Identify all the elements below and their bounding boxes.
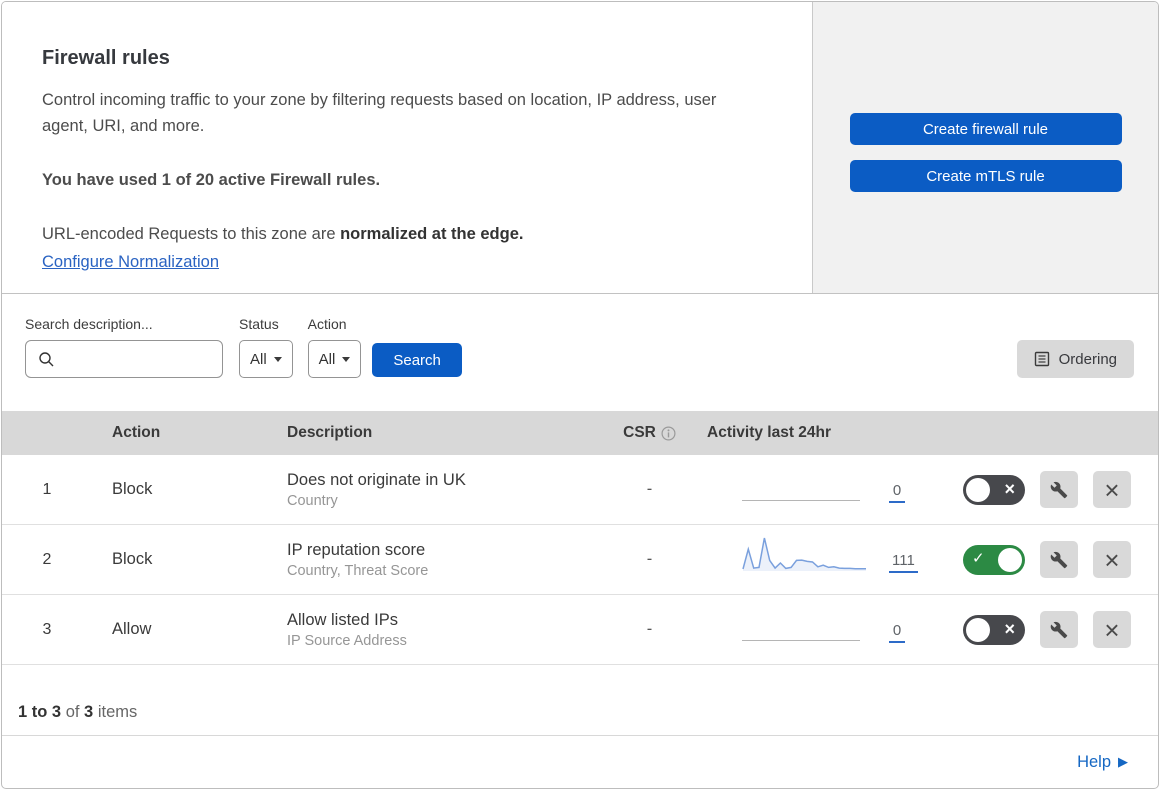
- actions-panel: Create firewall rule Create mTLS rule: [813, 2, 1158, 293]
- rule-controls: ✓ × ×: [952, 611, 1158, 648]
- rule-description: Does not originate in UK: [287, 470, 466, 489]
- x-icon: ×: [1004, 478, 1015, 499]
- page-title: Firewall rules: [42, 47, 170, 69]
- delete-rule-button[interactable]: ×: [1093, 541, 1131, 578]
- column-header-description: Description: [287, 424, 373, 441]
- edit-rule-button[interactable]: [1040, 541, 1078, 578]
- rule-activity-cell: 0: [707, 603, 952, 656]
- column-header-action: Action: [112, 424, 161, 441]
- create-firewall-rule-button[interactable]: Create firewall rule: [849, 113, 1122, 145]
- filter-bar: Search description... Status All Action …: [2, 294, 1158, 411]
- header-section: Firewall rules Control incoming traffic …: [2, 2, 1158, 294]
- rule-priority: 3: [42, 620, 52, 638]
- firewall-rules-card: Firewall rules Control incoming traffic …: [1, 1, 1159, 789]
- action-label: Action: [307, 316, 347, 332]
- table-row: 3 Allow Allow listed IPs IP Source Addre…: [2, 595, 1158, 665]
- chevron-down-icon: [342, 356, 351, 362]
- check-icon: ✓: [972, 549, 985, 567]
- help-link[interactable]: Help ▶: [1077, 753, 1128, 772]
- rule-action: Allow: [112, 620, 152, 638]
- rule-description-cell: IP reputation score Country, Threat Scor…: [267, 541, 592, 579]
- status-filter-group: Status All: [239, 316, 293, 378]
- close-icon: ×: [1104, 614, 1120, 645]
- search-button[interactable]: Search: [372, 343, 462, 377]
- wrench-icon: [1050, 551, 1068, 569]
- status-label: Status: [239, 316, 279, 332]
- status-select[interactable]: All: [239, 340, 293, 378]
- rule-controls: ✓ × ×: [952, 541, 1158, 578]
- create-mtls-rule-button[interactable]: Create mTLS rule: [849, 160, 1122, 192]
- rule-enabled-toggle[interactable]: ✓ ×: [963, 544, 1025, 575]
- close-icon: ×: [1104, 544, 1120, 575]
- column-header-activity: Activity last 24hr: [707, 424, 832, 441]
- wrench-icon: [1050, 481, 1068, 499]
- rule-csr: -: [646, 480, 653, 498]
- rule-activity-cell: 0: [707, 463, 952, 516]
- rule-description: Allow listed IPs: [287, 610, 398, 629]
- activity-count-link[interactable]: 0: [889, 622, 905, 643]
- rule-fields: Country, Threat Score: [287, 562, 429, 579]
- help-bar: Help ▶: [2, 736, 1158, 788]
- toggle-knob: [998, 547, 1022, 572]
- x-icon: ×: [1004, 618, 1015, 639]
- chevron-down-icon: [273, 356, 282, 362]
- table-row: 1 Block Does not originate in UK Country…: [2, 455, 1158, 525]
- rule-description: IP reputation score: [287, 540, 426, 559]
- rule-activity-cell: 111: [707, 533, 952, 586]
- activity-count-link[interactable]: 111: [889, 552, 918, 573]
- rule-enabled-toggle[interactable]: ✓ ×: [963, 474, 1025, 505]
- edit-rule-button[interactable]: [1040, 471, 1078, 508]
- rule-action: Block: [112, 480, 153, 498]
- rule-fields: IP Source Address: [287, 632, 407, 649]
- rules-table: Action Description CSR Activity last 24h…: [2, 411, 1158, 665]
- rule-csr: -: [646, 620, 653, 638]
- rule-description-cell: Does not originate in UK Country: [267, 471, 592, 509]
- ordering-icon: [1034, 351, 1050, 367]
- close-icon: ×: [1104, 474, 1120, 505]
- search-input[interactable]: [25, 340, 223, 378]
- usage-statement: You have used 1 of 20 active Firewall ru…: [42, 171, 381, 190]
- pagination-summary: 1 to 3 of 3 items: [2, 665, 1158, 736]
- rule-priority: 2: [42, 550, 52, 568]
- delete-rule-button[interactable]: ×: [1093, 611, 1131, 648]
- delete-rule-button[interactable]: ×: [1093, 471, 1131, 508]
- toggle-knob: [966, 477, 990, 502]
- configure-normalization-link[interactable]: Configure Normalization: [42, 253, 219, 272]
- activity-sparkline: [742, 533, 867, 573]
- search-icon: [38, 351, 55, 368]
- rule-action: Block: [112, 550, 153, 568]
- rule-fields: Country: [287, 492, 338, 509]
- arrow-right-icon: ▶: [1118, 754, 1128, 769]
- rule-priority: 1: [42, 480, 52, 498]
- toggle-knob: [966, 617, 990, 642]
- wrench-icon: [1050, 621, 1068, 639]
- info-icon[interactable]: [661, 425, 676, 441]
- table-row: 2 Block IP reputation score Country, Thr…: [2, 525, 1158, 595]
- activity-sparkline: [742, 603, 867, 643]
- table-header-row: Action Description CSR Activity last 24h…: [2, 411, 1158, 455]
- action-filter-group: Action All: [307, 316, 362, 378]
- column-header-csr: CSR: [592, 424, 707, 442]
- page-description: Control incoming traffic to your zone by…: [42, 91, 717, 136]
- rule-description-cell: Allow listed IPs IP Source Address: [267, 611, 592, 649]
- rule-controls: ✓ × ×: [952, 471, 1158, 508]
- activity-sparkline: [742, 463, 867, 503]
- activity-count-link[interactable]: 0: [889, 482, 905, 503]
- normalization-note: URL-encoded Requests to this zone are no…: [42, 225, 524, 244]
- search-group: Search description...: [25, 316, 223, 378]
- intro-panel: Firewall rules Control incoming traffic …: [2, 2, 813, 293]
- rule-csr: -: [646, 550, 653, 568]
- rule-enabled-toggle[interactable]: ✓ ×: [963, 614, 1025, 645]
- search-label: Search description...: [25, 316, 153, 332]
- edit-rule-button[interactable]: [1040, 611, 1078, 648]
- action-select[interactable]: All: [307, 340, 362, 378]
- ordering-button[interactable]: Ordering: [1016, 340, 1134, 378]
